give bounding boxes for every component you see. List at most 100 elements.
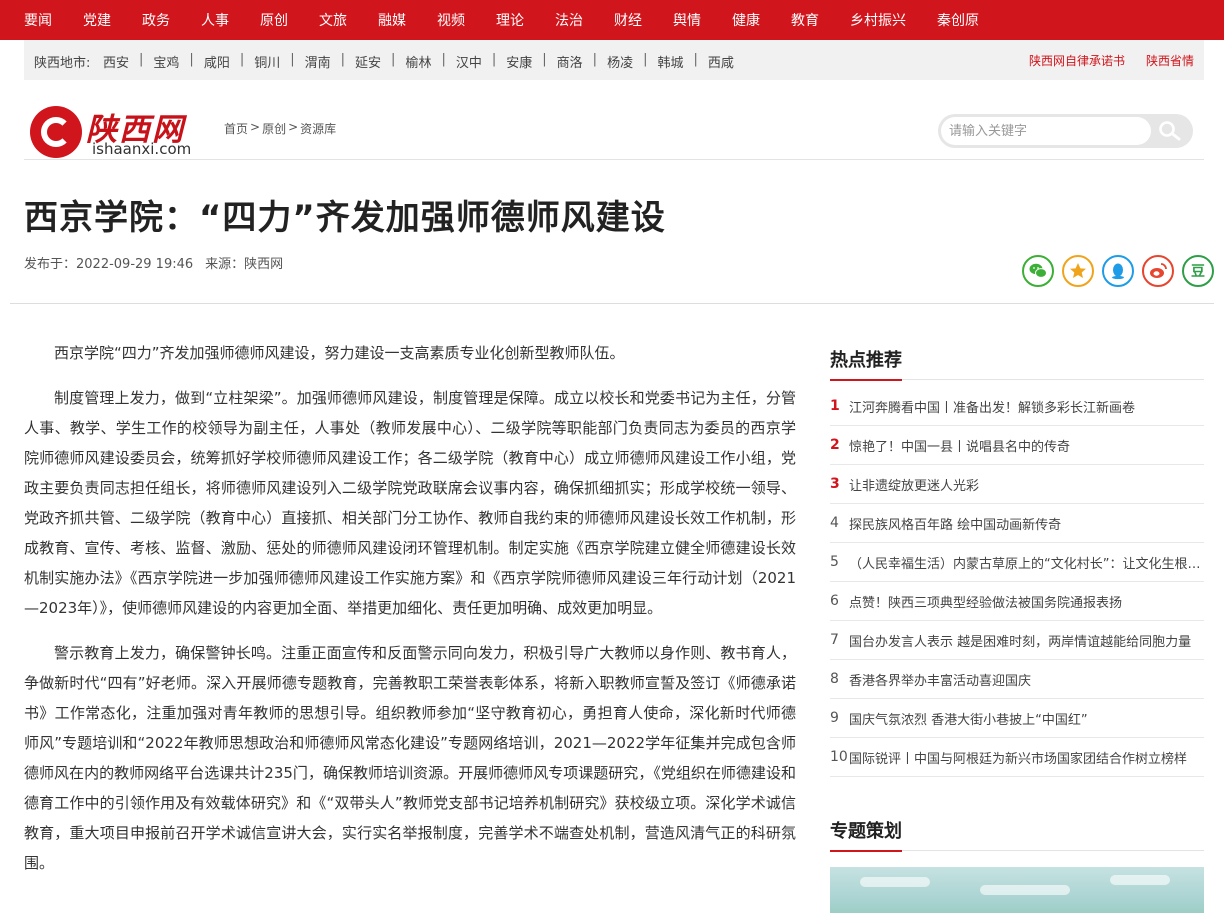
city-link[interactable]: 汉中 (456, 52, 482, 71)
nav-item[interactable]: 人事 (201, 10, 229, 30)
hot-rank: 7 (830, 632, 839, 648)
hot-rank: 6 (830, 593, 839, 609)
nav-item[interactable]: 健康 (732, 10, 760, 30)
search-box (938, 114, 1193, 148)
share-douban-button[interactable]: 豆 (1182, 255, 1214, 287)
region-bar: 陕西地市: 西安 | 宝鸡 | 咸阳 | 铜川 | 渭南 | 延安 | 榆林 | 汉中 | 安康 | 商洛 | 杨凌 | 韩… (24, 40, 1204, 80)
city-separator: | (139, 52, 144, 67)
city-link[interactable]: 韩城 (657, 52, 683, 71)
topic-title: 专题策划 (830, 817, 902, 852)
nav-item[interactable]: 秦创原 (937, 10, 979, 30)
hot-rank: 9 (830, 710, 839, 726)
hot-rank: 1 (830, 398, 840, 414)
nav-item[interactable]: 视频 (437, 10, 465, 30)
article-meta: 发布于：2022-09-29 19:46 来源：陕西网 (24, 253, 283, 272)
nav-item[interactable]: 原创 (260, 10, 288, 30)
breadcrumb-original[interactable]: 原创 (262, 120, 286, 137)
hot-rank: 2 (830, 437, 840, 453)
nav-item[interactable]: 乡村振兴 (850, 10, 906, 30)
city-link[interactable]: 延安 (355, 52, 381, 71)
breadcrumb: 首页 > 原创 > 资源库 (224, 120, 336, 137)
article-paragraph: 西京学院“四力”齐发加强师德师风建设，努力建设一支高素质专业化创新型教师队伍。 (54, 344, 625, 362)
nav-item[interactable]: 理论 (496, 10, 524, 30)
hot-list-item[interactable]: 8 香港各界举办丰富活动喜迎国庆 (830, 660, 1204, 699)
breadcrumb-library[interactable]: 资源库 (300, 120, 336, 137)
nav-item[interactable]: 法治 (555, 10, 583, 30)
wechat-icon (1029, 263, 1047, 278)
hot-headline: 国庆气氛浓烈 香港大街小巷披上“中国红” (849, 712, 1088, 728)
top-nav: 要闻 党建 政务 人事 原创 文旅 融媒 视频 理论 法治 财经 舆情 健康 教育 乡村振兴 秦创原 (0, 0, 1224, 40)
hot-list-item[interactable]: 4 探民族风格百年路 绘中国动画新传奇 (830, 504, 1204, 543)
star-icon (1070, 263, 1086, 278)
nav-item[interactable]: 舆情 (673, 10, 701, 30)
hot-list: 1 江河奔腾看中国丨准备出发！解锁多彩长江新画卷 2 惊艳了！中国一县丨说唱县名中的传… (830, 387, 1204, 777)
hot-list-item[interactable]: 5 （人民幸福生活）内蒙古草原上的“文化村长”：让文化生根发芽 (830, 543, 1204, 582)
hot-headline: 江河奔腾看中国丨准备出发！解锁多彩长江新画卷 (849, 400, 1136, 416)
hot-headline: 国台办发言人表示 越是困难时刻，两岸情谊越能给同胞力量 (849, 634, 1192, 650)
city-link[interactable]: 咸阳 (204, 52, 230, 71)
share-qq-button[interactable] (1102, 255, 1134, 287)
hot-list-item[interactable]: 1 江河奔腾看中国丨准备出发！解锁多彩长江新画卷 (830, 387, 1204, 426)
city-link[interactable]: 铜川 (254, 52, 280, 71)
city-link[interactable]: 安康 (506, 52, 532, 71)
city-separator: | (189, 52, 194, 67)
share-wechat-button[interactable] (1022, 255, 1054, 287)
city-link[interactable]: 杨凌 (607, 52, 633, 71)
site-logo[interactable]: 陕西网 ishaanxi.com (30, 104, 220, 158)
hot-headline: 国际锐评丨中国与阿根廷为新兴市场国家团结合作树立榜样 (849, 751, 1188, 767)
breadcrumb-sep: > (288, 120, 299, 134)
hot-headline: 让非遗绽放更迷人光彩 (849, 478, 980, 494)
logo-domain: ishaanxi.com (92, 140, 192, 158)
self-discipline-link[interactable]: 陕西网自律承诺书 (1029, 52, 1125, 69)
hot-list-item[interactable]: 3 让非遗绽放更迷人光彩 (830, 465, 1204, 504)
svg-text:豆: 豆 (1191, 264, 1205, 280)
nav-item[interactable]: 财经 (614, 10, 642, 30)
hot-headline: 探民族风格百年路 绘中国动画新传奇 (849, 517, 1062, 533)
nav-item[interactable]: 教育 (791, 10, 819, 30)
city-separator: | (441, 52, 446, 67)
hot-list-item[interactable]: 2 惊艳了！中国一县丨说唱县名中的传奇 (830, 426, 1204, 465)
nav-item[interactable]: 党建 (83, 10, 111, 30)
city-link[interactable]: 宝鸡 (153, 52, 179, 71)
city-link[interactable]: 渭南 (305, 52, 331, 71)
city-list: 西安 | 宝鸡 | 咸阳 | 铜川 | 渭南 | 延安 | 榆林 | 汉中 | 安康 | 商洛 | 杨凌 | 韩城 | 西咸 (103, 52, 734, 71)
hot-list-item[interactable]: 7 国台办发言人表示 越是困难时刻，两岸情谊越能给同胞力量 (830, 621, 1204, 660)
hot-headline: 惊艳了！中国一县丨说唱县名中的传奇 (849, 439, 1071, 455)
region-right-links: 陕西网自律承诺书 陕西省情 (1008, 52, 1194, 69)
city-separator: | (290, 52, 295, 67)
city-separator: | (542, 52, 547, 67)
province-info-link[interactable]: 陕西省情 (1146, 52, 1194, 69)
top-nav-list: 要闻 党建 政务 人事 原创 文旅 融媒 视频 理论 法治 财经 舆情 健康 教育 乡村振兴 秦创原 (24, 0, 1010, 40)
site-header: 陕西网 ishaanxi.com 首页 > 原创 > 资源库 (24, 80, 1204, 160)
nav-item[interactable]: 文旅 (319, 10, 347, 30)
nav-item[interactable]: 融媒 (378, 10, 406, 30)
hot-list-item[interactable]: 6 点赞！陕西三项典型经验做法被国务院通报表扬 (830, 582, 1204, 621)
hot-list-item[interactable]: 10 国际锐评丨中国与阿根廷为新兴市场国家团结合作树立榜样 (830, 738, 1204, 777)
publish-time: 发布于：2022-09-29 19:46 (24, 257, 194, 272)
hot-headline: 点赞！陕西三项典型经验做法被国务院通报表扬 (849, 595, 1123, 611)
weibo-icon (1150, 263, 1167, 278)
hot-list-item[interactable]: 9 国庆气氛浓烈 香港大街小巷披上“中国红” (830, 699, 1204, 738)
city-link[interactable]: 西咸 (708, 52, 734, 71)
hot-rank: 10 (830, 749, 848, 765)
city-separator: | (340, 52, 346, 67)
city-link[interactable]: 商洛 (557, 52, 583, 71)
topic-banner-image[interactable] (830, 867, 1204, 913)
nav-item[interactable]: 要闻 (24, 10, 52, 30)
breadcrumb-home[interactable]: 首页 (224, 120, 248, 137)
share-weibo-button[interactable] (1142, 255, 1174, 287)
hot-headline: （人民幸福生活）内蒙古草原上的“文化村长”：让文化生根发芽 (849, 556, 1204, 572)
search-button[interactable] (1157, 120, 1183, 142)
hot-rank: 3 (830, 476, 840, 492)
article-body: 西京学院“四力”齐发加强师德师风建设，努力建设一支高素质专业化创新型教师队伍。 … (24, 338, 796, 893)
city-separator: | (239, 52, 245, 67)
sidebar: 热点推荐 1 江河奔腾看中国丨准备出发！解锁多彩长江新画卷 2 惊艳了！中国一县丨说唱… (830, 342, 1204, 913)
share-favorite-button[interactable] (1062, 255, 1094, 287)
city-link[interactable]: 西安 (103, 52, 129, 71)
search-input[interactable] (941, 117, 1151, 145)
breadcrumb-sep: > (250, 120, 261, 134)
region-label: 陕西地市: (34, 56, 91, 71)
city-link[interactable]: 榆林 (405, 52, 431, 71)
logo-emblem-icon (30, 106, 82, 158)
nav-item[interactable]: 政务 (142, 10, 170, 30)
